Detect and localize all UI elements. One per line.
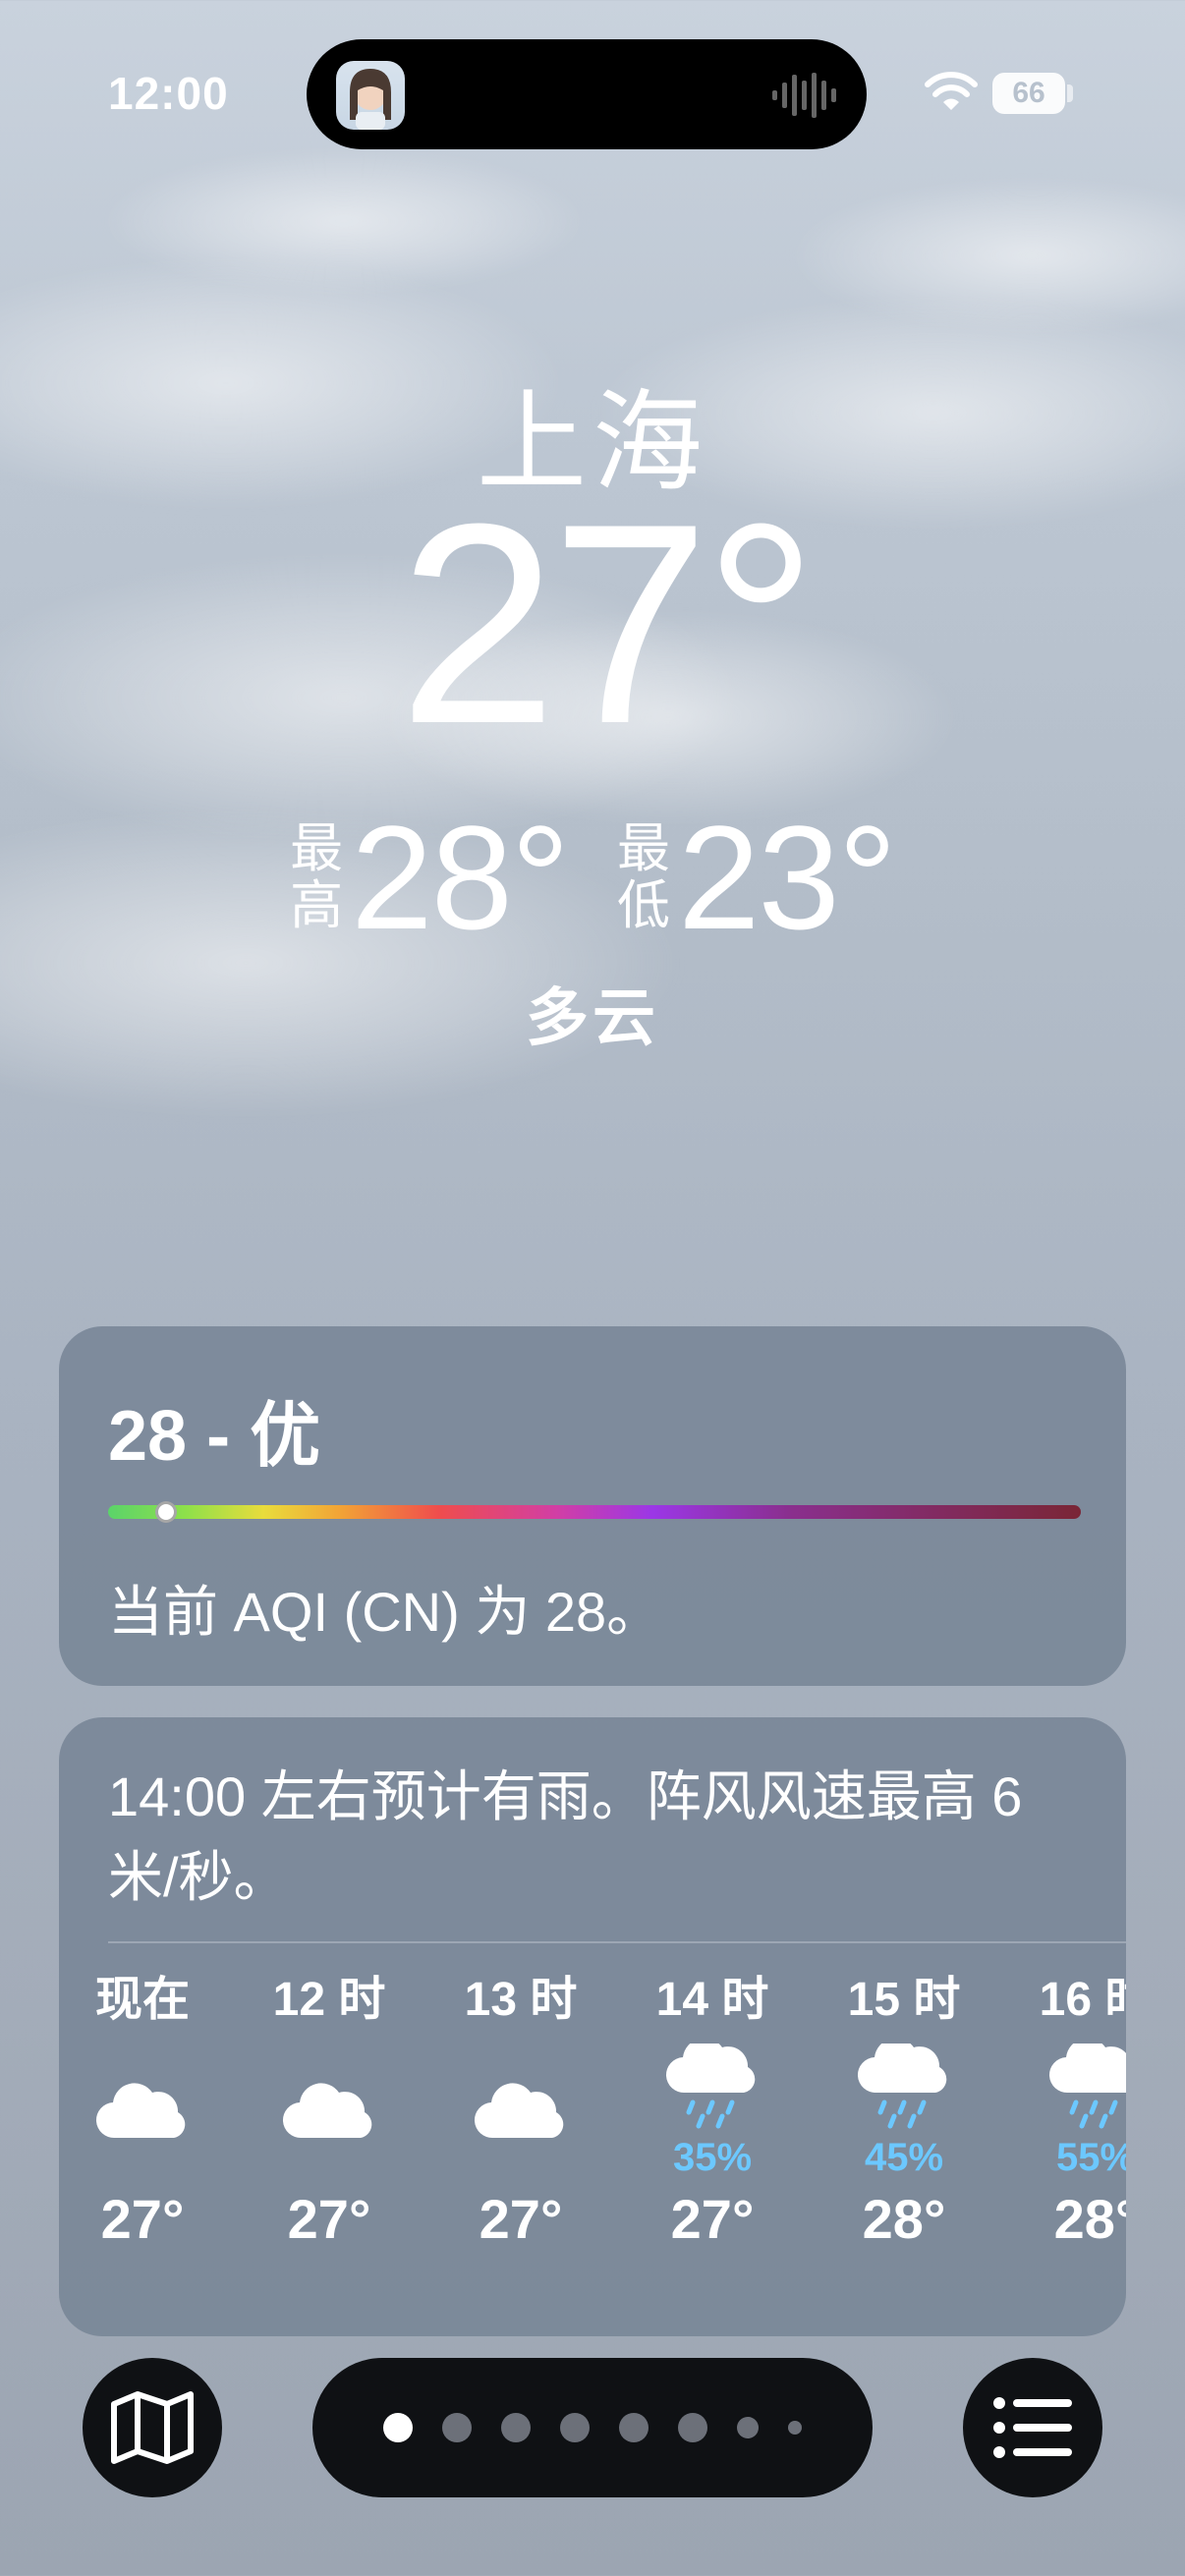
low-label-char-2: 低 <box>617 876 670 935</box>
page-dot[interactable] <box>619 2413 649 2442</box>
hourly-item: 12 时 27° <box>246 1971 413 2251</box>
rain-cloud-icon: 55% <box>1012 2030 1126 2179</box>
page-dot[interactable] <box>788 2421 802 2435</box>
hour-label: 12 时 <box>272 1974 386 2026</box>
status-time: 12:00 <box>108 68 229 119</box>
high-label: 最 高 <box>290 820 343 934</box>
high-label-char-2: 高 <box>290 876 344 935</box>
hour-temperature: 28° <box>862 2188 946 2250</box>
hourly-forecast-card[interactable]: 14:00 左右预计有雨。阵风风速最高 6 米/秒。 现在 27° 12 时 27° 1… <box>59 1717 1126 2336</box>
precipitation-chance: 35% <box>672 2136 753 2179</box>
hour-temperature: 27° <box>100 2188 185 2250</box>
hour-temperature: 28° <box>1053 2188 1126 2250</box>
map-icon <box>111 2391 194 2464</box>
hour-label: 15 时 <box>847 1974 961 2026</box>
page-dot[interactable] <box>678 2413 707 2442</box>
cloud-icon <box>59 2030 226 2177</box>
low-temperature: 23° <box>678 795 897 960</box>
high-label-char-1: 最 <box>290 819 344 878</box>
hourly-item: 15 时 45% 28° <box>820 1971 988 2251</box>
map-button[interactable] <box>83 2358 222 2497</box>
page-dot[interactable] <box>383 2413 413 2442</box>
hour-label: 现在 <box>94 1974 190 2026</box>
aqi-indicator-dot <box>155 1501 178 1523</box>
hour-label: 16 时 <box>1039 1974 1126 2026</box>
hour-label: 14 时 <box>655 1974 769 2026</box>
location-list-button[interactable] <box>963 2358 1102 2497</box>
aqi-scale-bar <box>108 1505 1081 1519</box>
page-dot[interactable] <box>442 2413 472 2442</box>
air-quality-card[interactable]: 28 - 优 当前 AQI (CN) 为 28。 <box>59 1326 1126 1686</box>
avatar <box>336 61 405 130</box>
page-indicator[interactable] <box>312 2358 873 2497</box>
hourly-item: 现在 27° <box>59 1971 226 2251</box>
precipitation-chance: 45% <box>864 2136 944 2179</box>
hour-label: 13 时 <box>464 1974 578 2026</box>
hour-temperature: 27° <box>670 2188 755 2250</box>
hourly-item: 16 时 55% 28° <box>1012 1971 1126 2251</box>
low-label: 最 低 <box>617 820 670 934</box>
battery-indicator: 66 <box>992 73 1065 114</box>
forecast-summary: 14:00 左右预计有雨。阵风风速最高 6 米/秒。 <box>108 1765 1023 1908</box>
hourly-item: 14 时 35% 27° <box>629 1971 796 2251</box>
dynamic-island[interactable] <box>307 39 867 149</box>
aqi-value: 28 - 优 <box>108 1397 321 1476</box>
high-temperature: 28° <box>351 795 570 960</box>
rain-cloud-icon: 45% <box>820 2030 988 2179</box>
list-icon <box>993 2397 1072 2458</box>
battery-tip <box>1067 84 1073 102</box>
wifi-icon <box>925 72 978 110</box>
hourly-item: 13 时 27° <box>437 1971 604 2251</box>
low-label-char-1: 最 <box>617 819 670 878</box>
precipitation-chance: 55% <box>1055 2136 1126 2179</box>
current-temperature: 27° <box>398 465 818 783</box>
cloud-icon <box>246 2030 413 2177</box>
divider <box>108 1941 1126 1943</box>
audio-wave-icon <box>772 73 836 118</box>
page-dot[interactable] <box>501 2413 531 2442</box>
weather-condition: 多云 <box>526 982 659 1053</box>
hour-temperature: 27° <box>287 2188 371 2250</box>
aqi-description: 当前 AQI (CN) 为 28。 <box>108 1581 662 1643</box>
cloud-icon <box>437 2030 604 2177</box>
hour-temperature: 27° <box>479 2188 563 2250</box>
page-dot[interactable] <box>737 2417 759 2438</box>
high-low-temps: 最 高 28° 最 低 23° <box>0 804 1185 951</box>
rain-cloud-icon: 35% <box>629 2030 796 2179</box>
page-dot[interactable] <box>560 2413 590 2442</box>
